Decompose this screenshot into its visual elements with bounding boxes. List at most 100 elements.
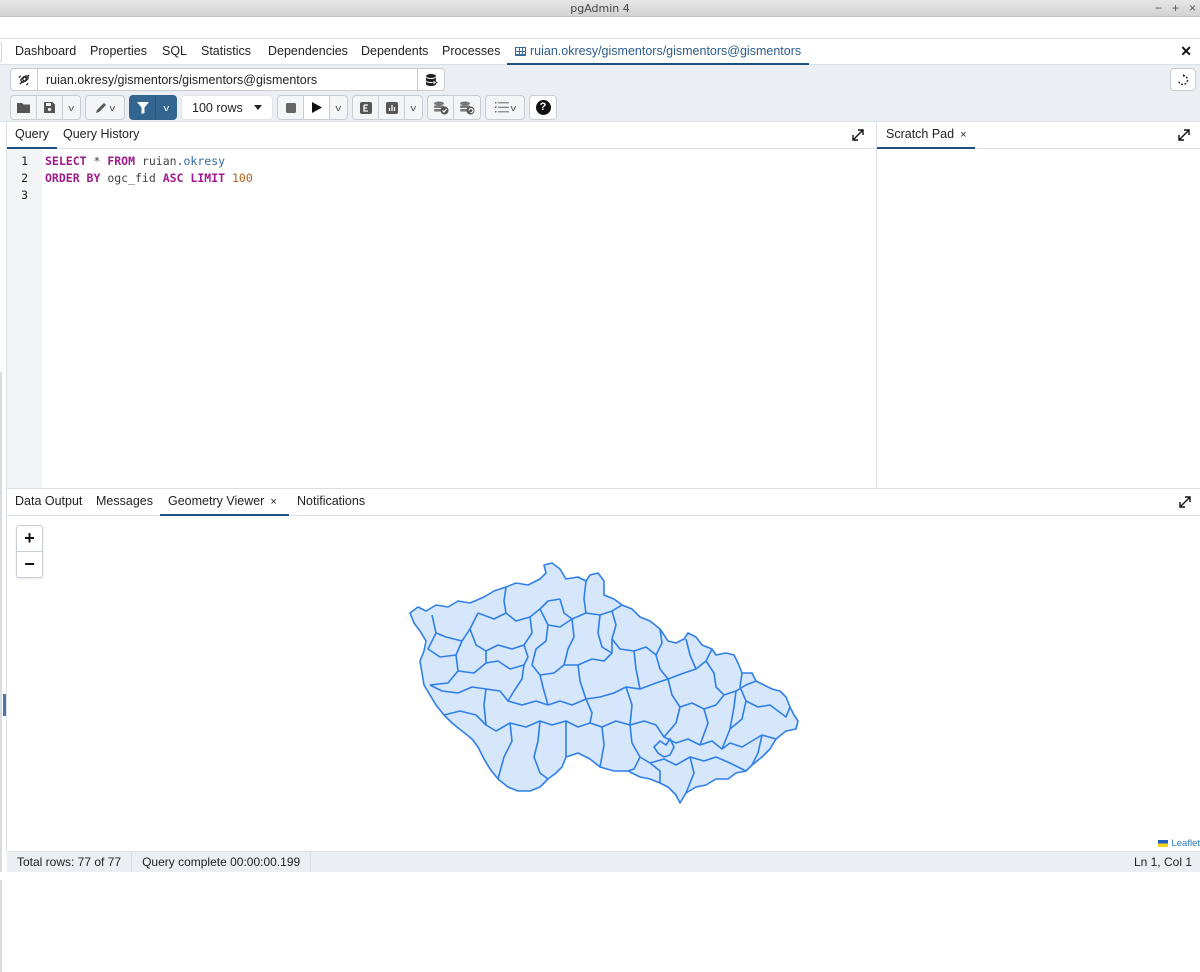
tab-scratch-pad-label: Scratch Pad [886,127,955,141]
left-panel-edge [0,41,2,63]
commit-button[interactable] [428,96,454,119]
rollback-icon [460,101,475,114]
tab-dependencies[interactable]: Dependencies [268,39,348,65]
maximize-button[interactable]: + [1172,0,1179,16]
zoom-control: + − [16,525,43,578]
bottom-strip [0,872,1200,880]
execute-button[interactable] [304,96,330,119]
tab-geometry-viewer[interactable]: Geometry Viewer × [160,489,289,516]
os-titlebar: pgAdmin 4 − + × [0,0,1200,17]
tab-data-output[interactable]: Data Output [7,489,90,516]
macros-button[interactable]: v [486,96,524,119]
main-tab-bar: Dashboard Properties SQL Statistics Depe… [0,38,1200,65]
close-tab-icon[interactable]: ✕ [1180,43,1192,60]
tab-query-tool-label: ruian.okresy/gismentors/gismentors@gisme… [530,44,802,58]
rollback-button[interactable] [454,96,480,119]
chevron-down-icon: v [68,102,75,113]
table-grid-icon [515,47,526,56]
list-icon [494,102,509,113]
execute-options-dropdown[interactable]: v [330,96,347,119]
tab-notifications[interactable]: Notifications [289,489,373,516]
tab-query-tool[interactable]: ruian.okresy/gismentors/gismentors@gisme… [507,39,810,65]
file-button-group: v [10,95,81,120]
chevron-down-icon: v [335,102,342,113]
output-panel: Data Output Messages Geometry Viewer × No… [7,488,1200,852]
zoom-in-button[interactable]: + [17,526,42,552]
open-file-button[interactable] [11,96,37,119]
rows-limit-select[interactable]: 100 rows [181,95,273,120]
connection-status-icon[interactable] [11,69,38,90]
tab-processes[interactable]: Processes [442,39,500,65]
left-rail-handle[interactable] [3,694,6,716]
chart-icon [385,101,398,114]
code-line[interactable] [45,187,876,204]
caret-down-icon [254,105,262,110]
code-line[interactable]: ORDER BY ogc_fid ASC LIMIT 100 [45,170,876,187]
tab-dependents[interactable]: Dependents [361,39,428,65]
code-token: ORDER BY [45,171,101,185]
filter-options-dropdown[interactable]: v [156,96,176,119]
line-number-gutter: 1 2 3 [7,149,42,488]
tab-properties[interactable]: Properties [90,39,147,65]
query-time-status: Query complete 00:00:00.199 [132,852,312,872]
output-tabs: Data Output Messages Geometry Viewer × No… [7,489,1200,516]
code-token: SELECT [45,154,87,168]
expand-icon[interactable] [1178,495,1192,509]
macros-button-group: v [485,95,525,120]
editor-tabs: Query Query History [7,122,876,149]
leaflet-link[interactable]: Leaflet [1171,838,1200,849]
help-button[interactable]: ? [529,95,557,120]
left-rail-track [0,372,2,972]
explain-options-dropdown[interactable]: v [405,96,422,119]
window-title: pgAdmin 4 [570,2,630,15]
tab-messages[interactable]: Messages [88,489,161,516]
connection-selector[interactable]: ruian.okresy/gismentors/gismentors@gisme… [10,68,445,91]
code-token: * [86,154,108,168]
explain-button[interactable] [353,96,379,119]
scratch-pad-textarea[interactable] [877,149,1200,488]
rows-limit-value: 100 rows [192,100,243,115]
save-file-button[interactable] [37,96,63,119]
line-number: 1 [21,154,28,168]
save-options-dropdown[interactable]: v [63,96,80,119]
chevron-down-icon: v [410,102,417,113]
code-token: FROM [107,154,136,168]
code-line[interactable]: SELECT * FROM ruian.okresy [45,153,876,170]
geometry-map[interactable]: + − Leaflet [7,516,1200,852]
code-token: LIMIT [190,171,226,185]
chevron-down-icon: v [163,102,169,113]
refresh-icon [1177,73,1189,85]
explain-analyze-button[interactable] [379,96,405,119]
close-window-button[interactable]: × [1189,0,1196,16]
transaction-button-group [427,95,481,120]
close-geometry-viewer-icon[interactable]: × [270,496,276,508]
help-icon: ? [535,100,551,115]
edit-menu-button[interactable]: v [86,96,124,119]
zoom-out-button[interactable]: − [17,552,42,578]
filter-button[interactable] [130,96,156,119]
scratch-pad-tabs: Scratch Pad × [877,122,1200,149]
tab-statistics[interactable]: Statistics [201,39,251,65]
filter-button-group: v [129,95,177,120]
code-token: 100 [231,171,253,185]
left-rail [0,122,7,972]
tab-query-history[interactable]: Query History [55,122,147,149]
minimize-button[interactable]: − [1155,0,1162,16]
expand-icon[interactable] [1177,128,1191,142]
sql-editor[interactable]: SELECT * FROM ruian.okresy ORDER BY ogc_f… [45,149,876,488]
expand-icon[interactable] [851,128,865,142]
status-bar: Total rows: 77 of 77 Query complete 00:0… [7,851,1200,872]
close-scratch-pad-icon[interactable]: × [960,129,966,141]
pencil-icon [96,102,107,113]
tab-dashboard[interactable]: Dashboard [15,39,76,65]
tab-geometry-viewer-label: Geometry Viewer [168,494,265,508]
database-switch-icon[interactable] [417,69,444,90]
refresh-button[interactable] [1170,68,1196,91]
tab-scratch-pad[interactable]: Scratch Pad × [877,122,975,149]
tab-query[interactable]: Query [7,122,58,149]
stop-button[interactable] [278,96,304,119]
scratch-pad-panel: Scratch Pad × [877,122,1200,488]
tab-sql[interactable]: SQL [162,39,187,65]
map-geometry-layer[interactable] [7,516,1200,852]
